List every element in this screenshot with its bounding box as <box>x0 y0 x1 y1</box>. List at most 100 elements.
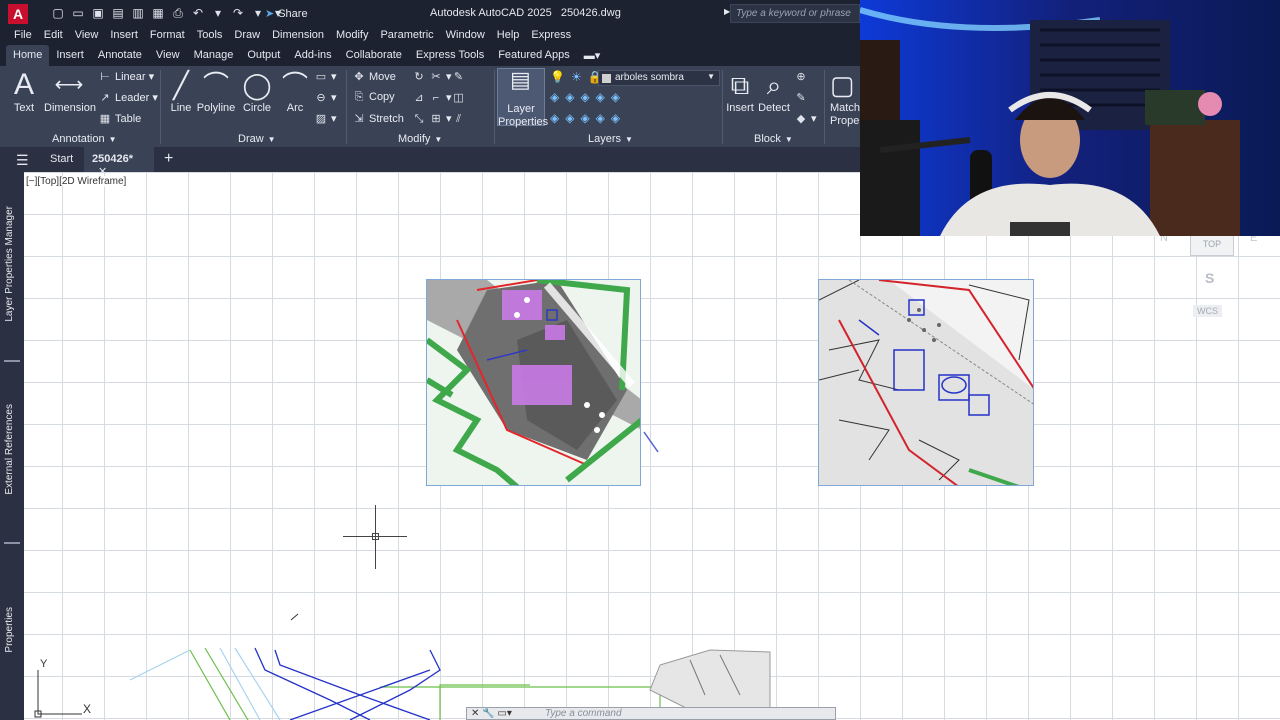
hatch-tool-2[interactable]: ▨ ▾ <box>314 112 337 125</box>
tab-add-ins[interactable]: Add-ins <box>287 45 338 66</box>
layer-properties-button[interactable]: ▤ Layer Properties <box>497 68 548 128</box>
polyline-button[interactable]: ⌒ Polyline <box>196 68 236 114</box>
copy-button[interactable]: ⎘ Copy <box>352 91 395 104</box>
save-icon[interactable]: ▣ <box>90 5 106 21</box>
hatch-tool[interactable]: ⊖ ▾ <box>314 91 336 104</box>
tab-annotate[interactable]: Annotate <box>91 45 149 66</box>
layers-panel-title[interactable]: Layers ▼ <box>588 133 633 145</box>
layer-properties-manager-palette[interactable]: Layer Properties Manager <box>4 206 15 322</box>
redo-dropdown-icon[interactable]: ▾ <box>250 5 266 21</box>
menu-insert[interactable]: Insert <box>104 27 144 45</box>
line-icon: ╱ <box>173 70 189 100</box>
match-properties-button[interactable]: ▢ Match Propert <box>830 68 860 128</box>
floor-plan-image-lines[interactable] <box>818 279 1034 486</box>
detect-button[interactable]: ⌕ Detect <box>758 68 790 114</box>
redo-icon[interactable]: ↷ <box>230 5 246 21</box>
command-prompt-icon[interactable]: ▭▾ <box>497 708 511 719</box>
open-folder-icon[interactable]: ▭ <box>70 5 86 21</box>
tab-start[interactable]: Start <box>50 153 73 165</box>
arc-button[interactable]: ⌒ Arc <box>282 68 308 114</box>
ribbon-divider <box>494 70 495 144</box>
circle-button[interactable]: ◯ Circle <box>240 68 274 114</box>
open-web-icon[interactable]: ▥ <box>130 5 146 21</box>
tab-view[interactable]: View <box>149 45 187 66</box>
polyline-label: Polyline <box>196 102 236 114</box>
menu-express[interactable]: Express <box>525 27 577 45</box>
text-button[interactable]: A Text <box>10 68 38 114</box>
menu-tools[interactable]: Tools <box>191 27 229 45</box>
app-title: Autodesk AutoCAD 2025 <box>430 7 552 19</box>
annotation-panel-title[interactable]: Annotation ▼ <box>52 133 117 145</box>
menu-window[interactable]: Window <box>440 27 491 45</box>
new-file-icon[interactable]: ▢ <box>50 5 66 21</box>
tab-home[interactable]: Home <box>6 45 50 66</box>
tab-output[interactable]: Output <box>240 45 287 66</box>
save-web-icon[interactable]: ▦ <box>150 5 166 21</box>
menu-modify[interactable]: Modify <box>330 27 374 45</box>
layer-tools-row-1[interactable]: ◈◈◈◈◈ <box>550 90 626 104</box>
menu-format[interactable]: Format <box>144 27 191 45</box>
linear-button[interactable]: ⊢ Linear ▾ <box>98 70 154 83</box>
line-button[interactable]: ╱ Line <box>168 68 194 114</box>
tab-drawing[interactable]: 250426* ✕ <box>84 147 154 178</box>
properties-palette[interactable]: Properties <box>4 607 15 653</box>
undo-dropdown-icon[interactable]: ▾ <box>210 5 226 21</box>
search-input[interactable]: Type a keyword or phrase <box>730 4 860 23</box>
insert-block-icon: ⧉ <box>730 70 750 100</box>
scale-icon: ⤡ <box>414 113 424 125</box>
external-references-palette[interactable]: External References <box>4 404 15 495</box>
stretch-button[interactable]: ⇲ Stretch <box>352 112 404 125</box>
fillet-icon: ⌐ <box>432 92 440 104</box>
stretch-label: Stretch <box>369 113 404 125</box>
new-tab-plus-icon[interactable]: + <box>164 150 173 168</box>
ribbon-toggle-icon[interactable]: ▬▾ <box>577 45 608 66</box>
tab-manage[interactable]: Manage <box>187 45 241 66</box>
menu-file[interactable]: File <box>8 27 38 45</box>
menu-help[interactable]: Help <box>491 27 526 45</box>
draw-panel-title[interactable]: Draw ▼ <box>238 133 276 145</box>
command-line-input[interactable]: ✕ 🔧 ▭▾ Type a command <box>466 707 836 720</box>
share-button[interactable]: ➤ Share <box>265 7 308 20</box>
menu-dimension[interactable]: Dimension <box>266 27 330 45</box>
mirror-tool[interactable]: ⊿ ⌐ ▾ ◫ <box>412 91 469 104</box>
draw-title-label: Draw <box>238 133 264 145</box>
save-as-icon[interactable]: ▤ <box>110 5 126 21</box>
hamburger-menu-icon[interactable]: ☰ <box>16 152 29 169</box>
tab-express-tools[interactable]: Express Tools <box>409 45 491 66</box>
viewcube-south[interactable]: S <box>1205 270 1214 286</box>
rectangle-tool[interactable]: ▭ ▾ <box>314 70 337 83</box>
wrench-icon[interactable]: 🔧 <box>482 708 494 719</box>
menu-edit[interactable]: Edit <box>38 27 69 45</box>
copy-label: Copy <box>369 91 395 103</box>
scale-tool[interactable]: ⤡ ⊞ ▾ ⫽ <box>412 112 469 126</box>
block-panel-title[interactable]: Block ▼ <box>754 133 793 145</box>
move-button[interactable]: ✥ Move <box>352 70 396 83</box>
undo-icon[interactable]: ↶ <box>190 5 206 21</box>
dimension-button[interactable]: ⟷ Dimension <box>44 68 96 114</box>
menu-view[interactable]: View <box>69 27 105 45</box>
menu-parametric[interactable]: Parametric <box>374 27 439 45</box>
leader-button[interactable]: ↗ Leader ▾ <box>98 91 157 104</box>
app-menu-button[interactable]: A <box>8 4 28 24</box>
ribbon-divider <box>722 70 723 144</box>
rotate-tool[interactable]: ↻ ✂ ▾ ✎ <box>412 70 469 83</box>
menu-draw[interactable]: Draw <box>228 27 266 45</box>
layer-tools-row-2[interactable]: ◈◈◈◈◈ <box>550 111 626 125</box>
tab-collaborate[interactable]: Collaborate <box>339 45 409 66</box>
block-attributes-tool[interactable]: ◆ ▾ <box>794 112 817 125</box>
modify-panel-title[interactable]: Modify ▼ <box>398 133 442 145</box>
layers-title-label: Layers <box>588 133 622 145</box>
insert-block-button[interactable]: ⧉ Insert <box>726 68 754 114</box>
site-plan-image-color[interactable] <box>426 279 641 486</box>
table-button[interactable]: ▦ Table <box>98 112 142 125</box>
close-icon[interactable]: ✕ <box>471 708 479 719</box>
wcs-menu[interactable]: WCS <box>1193 305 1222 317</box>
viewport-controls[interactable]: [−][Top][2D Wireframe] <box>26 176 127 187</box>
layer-dropdown[interactable]: arboles sombra ▼ <box>598 70 720 86</box>
tab-featured-apps[interactable]: Featured Apps <box>491 45 577 66</box>
edit-block-tool[interactable]: ✎ <box>794 91 811 104</box>
tab-insert[interactable]: Insert <box>49 45 91 66</box>
detect-icon: ⌕ <box>766 70 782 100</box>
plot-icon[interactable]: ⎙ <box>170 5 186 21</box>
create-block-tool[interactable]: ⊕ <box>794 70 811 83</box>
